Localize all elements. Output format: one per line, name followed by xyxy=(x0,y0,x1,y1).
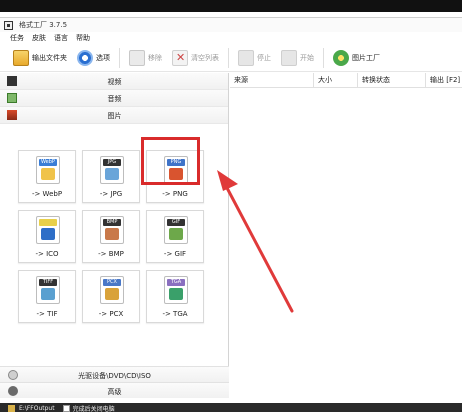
pointer-arrow xyxy=(217,170,294,313)
arrow-shaft xyxy=(224,184,294,313)
arrow-head xyxy=(217,170,238,191)
